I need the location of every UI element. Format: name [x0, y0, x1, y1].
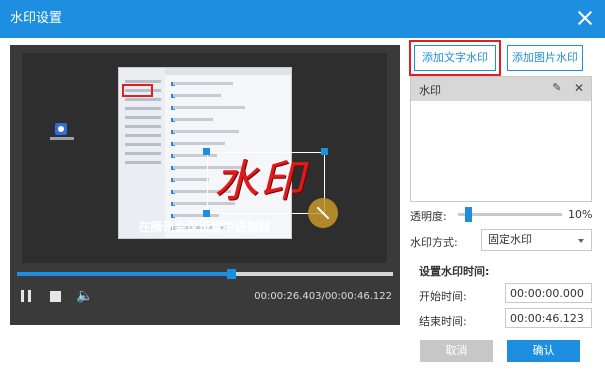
delete-icon[interactable]: ✕ [573, 82, 585, 94]
watermark-mode-select[interactable]: 固定水印 [481, 229, 592, 251]
video-preview[interactable]: 水印 在腾讯会议设置中选视频 [22, 53, 387, 263]
video-caption: 在腾讯会议设置中选视频 [138, 220, 271, 234]
opacity-label: 透明度: [410, 210, 447, 223]
close-icon[interactable] [575, 8, 595, 28]
video-player: 水印 在腾讯会议设置中选视频 🔈 00:00:26.403/00:00:46.1… [10, 45, 400, 325]
end-time-label: 结束时间: [419, 315, 467, 328]
watermark-settings-dialog: 水印设置 水印 在腾讯会议设置中选视频 🔈 00:00:26.403/00:00… [0, 0, 605, 379]
opacity-slider[interactable] [458, 207, 562, 222]
time-section-title: 设置水印时间: [419, 265, 490, 278]
dialog-title: 水印设置 [10, 11, 63, 26]
ok-button[interactable]: 确认 [507, 340, 580, 362]
start-time-field[interactable] [505, 283, 592, 303]
desktop-app-icon [55, 123, 67, 135]
progress-thumb[interactable] [227, 269, 237, 279]
watermark-mode-label: 水印方式: [410, 236, 458, 249]
progress-fill [17, 272, 232, 276]
desktop-app-label [50, 137, 74, 140]
add-text-watermark-button[interactable]: 添加文字水印 [409, 40, 501, 76]
title-bar: 水印设置 [0, 0, 605, 38]
end-time-field[interactable] [505, 308, 592, 328]
watermark-box[interactable]: 水印 [207, 152, 325, 214]
opacity-value: 10% [568, 208, 593, 221]
add-image-watermark-button[interactable]: 添加图片水印 [507, 45, 583, 71]
progress-bar[interactable] [17, 269, 393, 279]
list-item[interactable]: 水印 ✎ ✕ [411, 77, 591, 101]
watermark-mode-value: 固定水印 [488, 233, 532, 246]
chevron-down-icon [578, 239, 584, 243]
watermark-list: 水印 ✎ ✕ [410, 76, 592, 202]
opacity-slider-thumb[interactable] [465, 207, 473, 222]
pause-icon[interactable] [20, 290, 32, 302]
watermark-item-label: 水印 [419, 84, 441, 97]
volume-icon[interactable]: 🔈 [76, 288, 96, 304]
edit-icon[interactable]: ✎ [551, 82, 563, 94]
stop-icon[interactable] [50, 291, 61, 302]
highlight-box [122, 84, 153, 97]
watermark-handle-bottom-left[interactable] [203, 210, 210, 217]
timecode: 00:00:26.403/00:00:46.122 [254, 291, 392, 302]
watermark-handle-top-right[interactable] [321, 148, 328, 155]
watermark-handle-top-left[interactable] [203, 148, 210, 155]
cancel-button[interactable]: 取消 [420, 340, 493, 362]
watermark-text: 水印 [214, 156, 306, 207]
start-time-label: 开始时间: [419, 290, 467, 303]
